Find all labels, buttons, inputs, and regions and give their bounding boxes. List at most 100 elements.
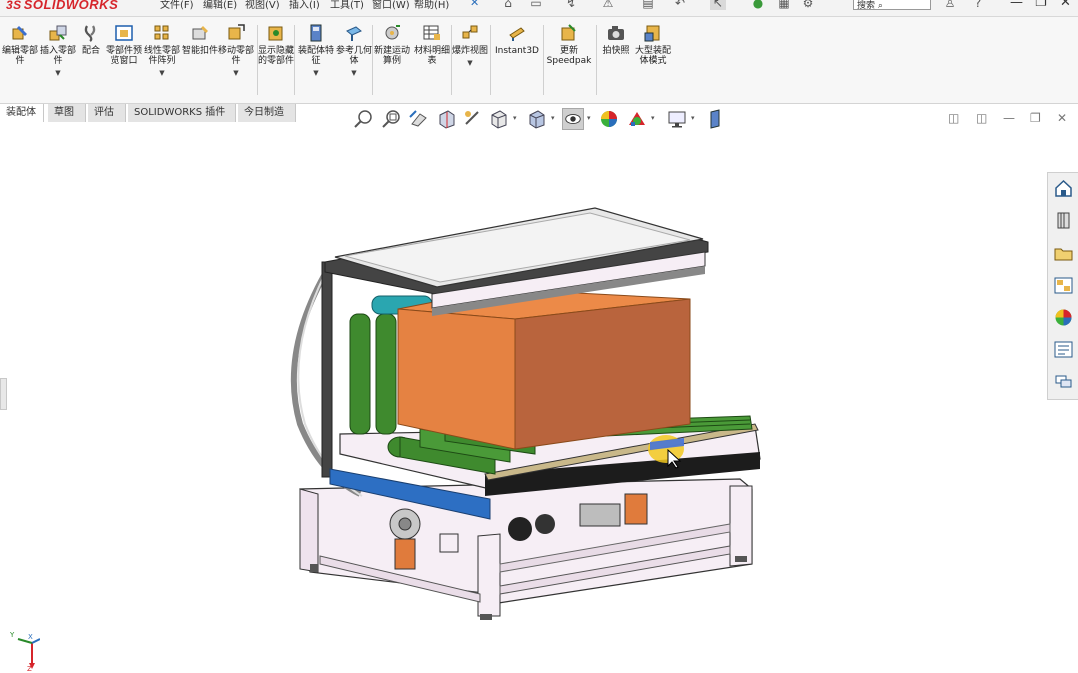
component-preview-button[interactable]: 零部件预览窗口 [104,23,144,66]
task-pane [1047,172,1078,400]
base-frame[interactable] [299,478,753,620]
doc-close-icon[interactable]: ✕ [1057,111,1067,125]
assembly-model[interactable] [0,124,1046,673]
restore-window-icon[interactable]: ❐ [1035,0,1047,10]
ribbon-separator [543,25,544,95]
view-palette-icon[interactable] [1053,275,1074,296]
solidworks-resources-icon[interactable] [1053,178,1074,199]
dropdown-arrow-icon[interactable]: ▾ [551,114,555,122]
update-speedpak-button[interactable]: 更新Speedpak [546,23,592,66]
options-gear-icon[interactable]: ⚙ [800,0,816,10]
assembly-features-icon [310,24,322,42]
instant3d-button[interactable]: Instant3D [494,23,540,56]
reference-geometry-label: 参考几何体 [335,46,372,66]
new-motion-study-label: 新建运动算例 [373,46,410,66]
dropdown-arrow-icon[interactable]: ▼ [296,68,336,78]
graphics-area[interactable] [0,124,1046,673]
menu-window[interactable]: 窗口(W) [372,0,410,11]
warning-icon[interactable]: ⚠ [600,0,616,10]
edit-component-button[interactable]: 编辑零部件 [0,23,40,66]
appearances-icon[interactable] [1053,307,1074,328]
tab-today-manufacturing[interactable]: 今日制造 [238,104,296,122]
user-icon[interactable]: ♙ [942,0,958,10]
file-explorer-icon[interactable] [1053,243,1074,264]
mate-icon [84,25,96,42]
bill-of-materials-button[interactable]: 材料明细表 [412,23,452,66]
close-window-icon[interactable]: ✕ [1060,0,1071,10]
home-icon[interactable]: ⌂ [500,0,516,10]
tab-evaluate[interactable]: 评估 [88,104,126,122]
show-hidden-components-button[interactable]: 显示隐藏的零部件 [256,23,296,66]
new-motion-study-icon [385,25,400,40]
solidworks-logo[interactable]: 3S SOLIDWORKS [6,0,118,15]
large-assembly-mode-button[interactable]: 大型装配体模式 [633,23,673,66]
take-snapshot-icon [608,26,624,40]
doc-tile-left-icon[interactable]: ◫ [948,111,959,125]
reference-geometry-icon [346,26,362,41]
move-component-button[interactable]: 移动零部件 ▼ [216,23,256,78]
menu-view[interactable]: 视图(V) [245,0,280,11]
insert-component-icon [49,25,67,41]
assembly-features-button[interactable]: 装配体特征 ▼ [296,23,336,78]
tab-solidworks-addins[interactable]: SOLIDWORKS 插件 [128,104,236,122]
search-input[interactable]: 搜索 ⌕ [853,0,931,11]
minimize-window-icon[interactable]: — [1010,0,1023,10]
new-document-icon[interactable]: ▭ [528,0,544,10]
tab-assembly[interactable]: 装配体 [0,104,44,122]
bill-of-materials-label: 材料明细表 [413,46,450,66]
design-library-icon[interactable] [1053,210,1074,231]
take-snapshot-button[interactable]: 拍快照 [596,23,636,56]
dropdown-arrow-icon[interactable]: ▼ [334,68,374,78]
dropdown-arrow-icon[interactable]: ▾ [691,114,695,122]
move-component-icon [228,24,245,40]
search-icon: ⌕ [877,1,883,11]
edit-component-label: 编辑零部件 [1,46,38,66]
menu-edit[interactable]: 编辑(E) [203,0,237,11]
reference-triad: Y X Z [10,631,40,671]
rebuild-icon[interactable]: ● [750,0,766,10]
triad-y-label: Y [10,631,15,639]
dropdown-arrow-icon[interactable]: ▼ [216,68,256,78]
dropdown-arrow-icon[interactable]: ▼ [450,58,490,68]
component-preview-label: 零部件预览窗口 [105,46,142,66]
doc-restore-icon[interactable]: ❐ [1030,111,1041,125]
take-snapshot-label: 拍快照 [602,46,630,56]
instant3d-label: Instant3D [495,46,539,56]
bill-of-materials-icon [423,25,440,40]
triad-x-label: X [28,633,33,641]
print-icon[interactable]: ▤ [640,0,656,10]
dropdown-arrow-icon[interactable]: ▼ [142,68,182,78]
menu-pin-icon[interactable]: ✕ [470,0,479,9]
command-manager-tabs: 装配体 草图 评估 SOLIDWORKS 插件 今日制造 [0,104,300,123]
dropdown-arrow-icon[interactable]: ▼ [38,68,78,78]
menu-insert[interactable]: 插入(I) [289,0,320,11]
doc-minimize-icon[interactable]: — [1003,111,1015,125]
forum-icon[interactable] [1053,371,1074,392]
menu-help[interactable]: 帮助(H) [414,0,449,11]
select-icon[interactable]: ↖ [710,0,726,10]
reference-geometry-button[interactable]: 参考几何体 ▼ [334,23,374,78]
edit-component-icon [12,26,27,40]
smart-fasteners-button[interactable]: 智能扣件 [180,23,220,56]
new-motion-study-button[interactable]: 新建运动算例 [372,23,412,66]
dropdown-arrow-icon[interactable]: ▾ [513,114,517,122]
vertical-rollers[interactable] [349,313,397,435]
left-post[interactable] [321,261,333,478]
tab-sketch[interactable]: 草图 [48,104,86,122]
command-manager: 编辑零部件 插入零部件 ▼ 配合 零部件预览窗口 线性零部件阵列 ▼ 智能扣件 … [0,17,1078,104]
menu-tools[interactable]: 工具(T) [330,0,364,11]
doc-tile-right-icon[interactable]: ◫ [976,111,987,125]
update-speedpak-label: 更新Speedpak [546,46,592,66]
dropdown-arrow-icon[interactable]: ▾ [651,114,655,122]
feature-manager-expand-handle[interactable] [0,378,7,410]
linear-pattern-button[interactable]: 线性零部件阵列 ▼ [142,23,182,78]
file-properties-icon[interactable]: ▦ [776,0,792,10]
menu-file[interactable]: 文件(F) [160,0,194,11]
open-icon[interactable]: ↯ [563,0,579,10]
help-icon[interactable]: ? [970,0,986,10]
undo-icon[interactable]: ↶ [672,0,688,10]
custom-properties-icon[interactable] [1053,339,1074,360]
exploded-view-label: 爆炸视图 [451,46,488,56]
exploded-view-button[interactable]: 爆炸视图 ▼ [450,23,490,68]
dropdown-arrow-icon[interactable]: ▾ [587,114,591,122]
